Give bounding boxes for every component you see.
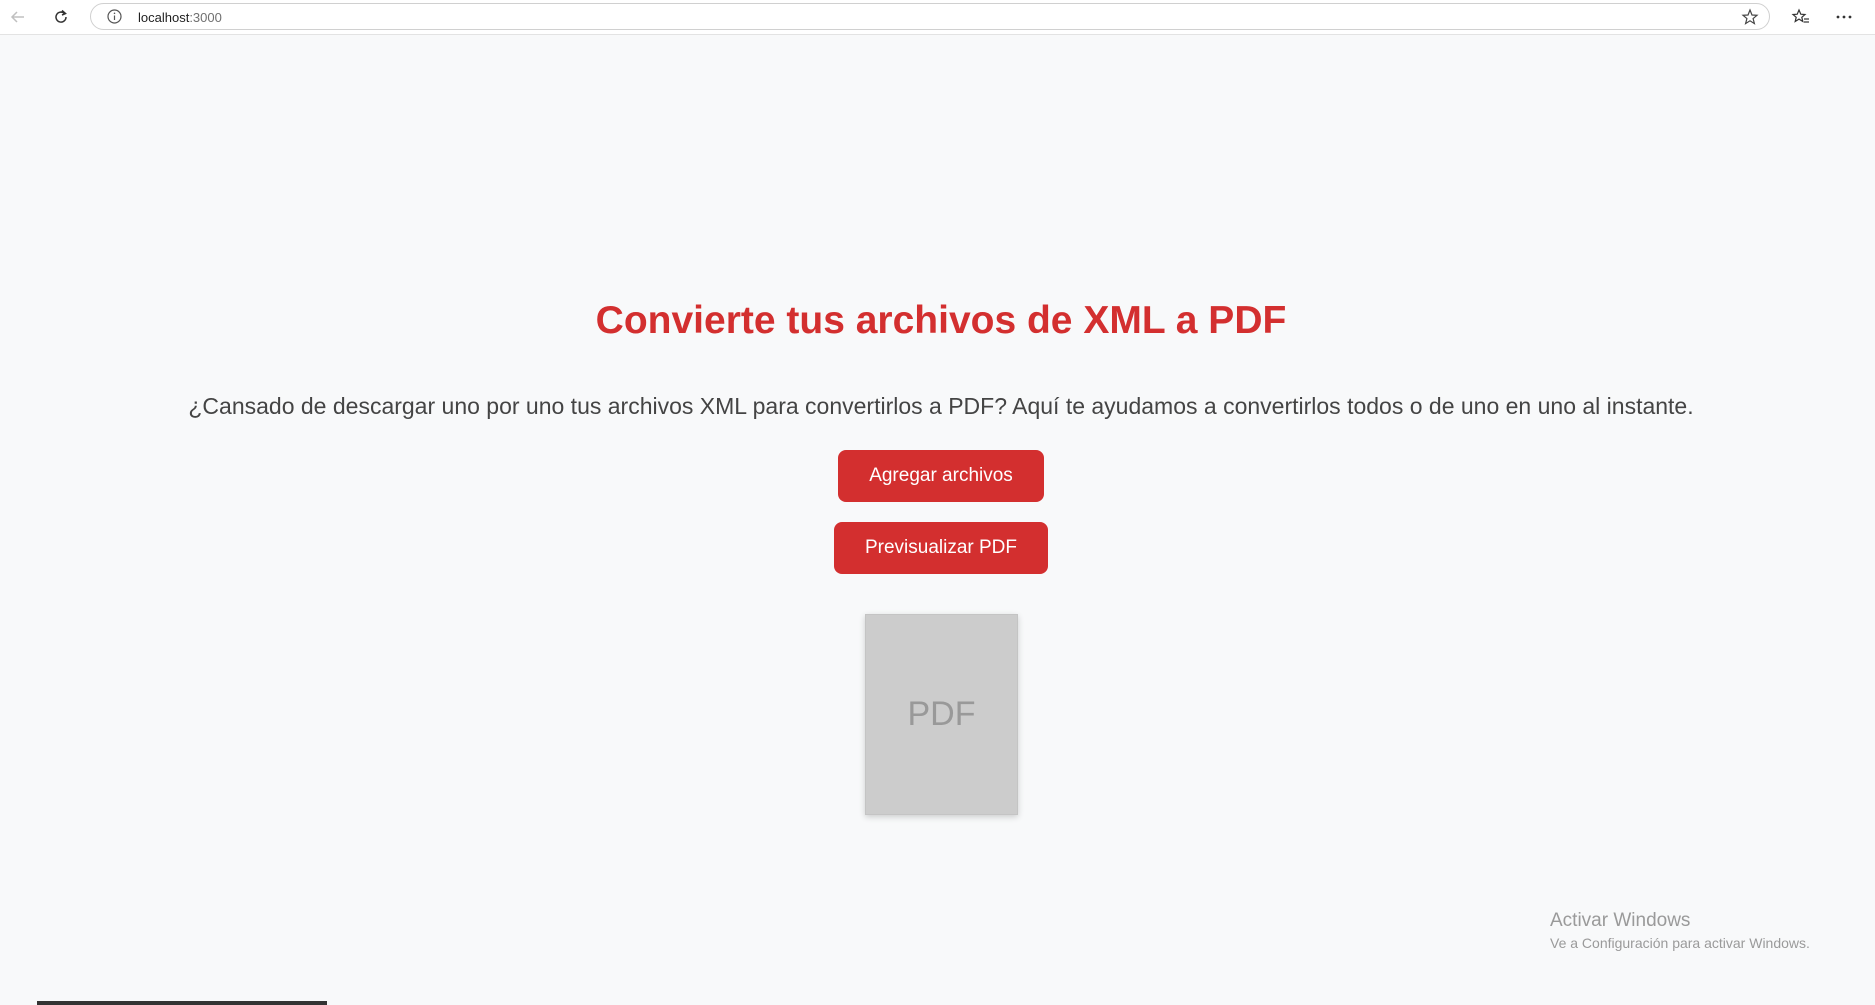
page-description: ¿Cansado de descargar uno por uno tus ar… bbox=[188, 393, 1694, 419]
address-bar[interactable]: localhost:3000 bbox=[90, 3, 1770, 30]
preview-pdf-button[interactable]: Previsualizar PDF bbox=[834, 522, 1048, 574]
url-port: :3000 bbox=[189, 10, 222, 25]
info-icon[interactable] bbox=[107, 9, 122, 24]
page-content: Convierte tus archivos de XML a PDF ¿Can… bbox=[0, 35, 1875, 1000]
favorites-button[interactable] bbox=[1789, 5, 1813, 29]
back-arrow-icon bbox=[10, 11, 24, 23]
more-icon bbox=[1836, 15, 1852, 19]
back-button[interactable] bbox=[6, 5, 30, 29]
browser-toolbar: localhost:3000 bbox=[0, 0, 1875, 35]
more-button[interactable] bbox=[1832, 5, 1856, 29]
reload-button[interactable] bbox=[49, 5, 73, 29]
add-files-button[interactable]: Agregar archivos bbox=[838, 450, 1044, 502]
reload-icon bbox=[55, 9, 67, 23]
taskbar-edge bbox=[37, 1001, 327, 1005]
windows-activation-title: Activar Windows bbox=[1550, 910, 1691, 931]
pdf-placeholder-label: PDF bbox=[907, 695, 976, 733]
windows-activation-subtitle: Ve a Configuración para activar Windows. bbox=[1550, 935, 1810, 951]
favorites-icon bbox=[1791, 8, 1809, 23]
star-icon[interactable] bbox=[1741, 8, 1759, 26]
pdf-preview-placeholder: PDF bbox=[865, 614, 1018, 815]
url-text: localhost:3000 bbox=[138, 10, 222, 25]
url-host: localhost bbox=[138, 10, 190, 25]
page-title: Convierte tus archivos de XML a PDF bbox=[595, 299, 1287, 342]
